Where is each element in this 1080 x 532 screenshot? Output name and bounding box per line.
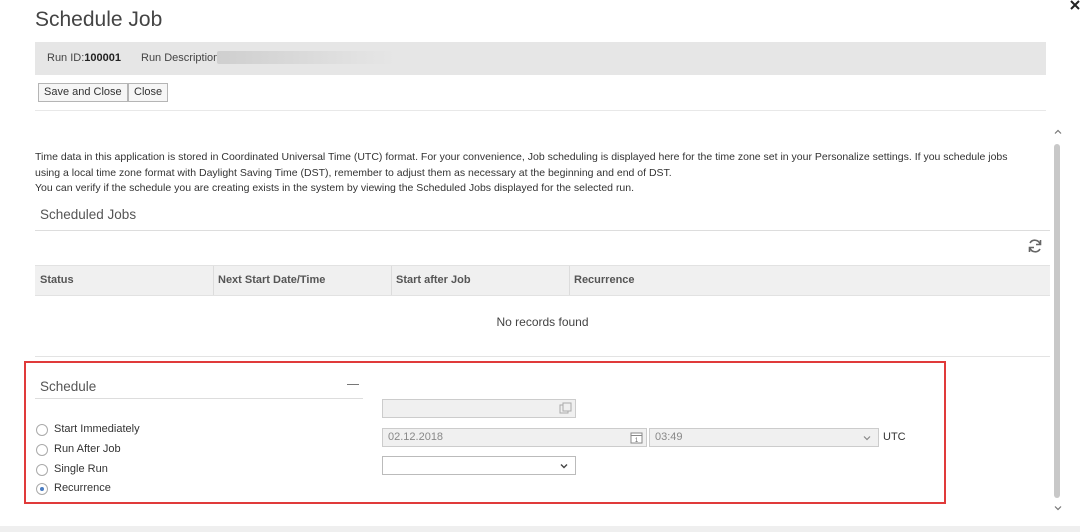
divider xyxy=(35,356,1050,357)
divider xyxy=(35,110,1046,111)
scroll-down-icon[interactable] xyxy=(1054,504,1062,512)
radio-label: Run After Job xyxy=(54,443,121,455)
column-header-recurrence[interactable]: Recurrence xyxy=(569,266,1050,295)
chevron-down-icon[interactable] xyxy=(559,461,569,471)
save-and-close-button[interactable]: Save and Close xyxy=(38,83,128,102)
column-header-next-start[interactable]: Next Start Date/Time xyxy=(213,266,392,295)
bottom-bar xyxy=(0,526,1080,532)
start-time-value: 03:49 xyxy=(655,431,683,443)
recurrence-select[interactable] xyxy=(382,456,576,475)
column-header-status[interactable]: Status xyxy=(35,266,214,295)
calendar-icon[interactable]: 1 xyxy=(630,431,643,444)
scrollbar-thumb[interactable] xyxy=(1054,144,1060,498)
radio-button[interactable] xyxy=(36,424,48,436)
radio-button[interactable] xyxy=(36,444,48,456)
close-button[interactable]: Close xyxy=(128,83,169,102)
schedule-title: Schedule xyxy=(40,379,97,394)
empty-table-message: No records found xyxy=(496,315,589,329)
run-description-value xyxy=(217,51,397,64)
radio-label: Start Immediately xyxy=(54,423,140,435)
lookup-icon[interactable] xyxy=(559,402,572,415)
info-line: You can verify if the schedule you are c… xyxy=(35,182,635,194)
run-info-bar: Run ID:100001 Run Description: xyxy=(35,42,1046,75)
collapse-icon[interactable] xyxy=(347,384,359,385)
radio-label: Recurrence xyxy=(54,482,111,494)
radio-button[interactable] xyxy=(36,483,48,495)
run-id-value: 100001 xyxy=(84,52,122,64)
start-time-field[interactable]: 03:49 xyxy=(649,428,879,447)
radio-button[interactable] xyxy=(36,464,48,476)
close-icon[interactable] xyxy=(1068,0,1080,10)
scheduled-jobs-table-header: Status Next Start Date/Time Start after … xyxy=(35,265,1050,296)
divider xyxy=(35,398,363,399)
divider xyxy=(35,230,1050,231)
scheduled-jobs-title: Scheduled Jobs xyxy=(40,207,137,222)
radio-label: Single Run xyxy=(54,463,108,475)
timezone-label: UTC xyxy=(883,431,906,443)
job-lookup-field[interactable] xyxy=(382,399,576,418)
info-text: Time data in this application is stored … xyxy=(35,150,1035,197)
info-line: using a local time zone format with Dayl… xyxy=(35,166,672,179)
column-header-start-after-job[interactable]: Start after Job xyxy=(391,266,570,295)
info-line: Time data in this application is stored … xyxy=(35,151,1008,163)
page-title: Schedule Job xyxy=(35,8,163,31)
run-description-label: Run Description: xyxy=(141,52,223,64)
chevron-down-icon[interactable] xyxy=(862,433,872,443)
start-date-field[interactable]: 02.12.2018 1 xyxy=(382,428,647,447)
start-date-value: 02.12.2018 xyxy=(388,431,444,443)
refresh-icon[interactable] xyxy=(1027,238,1043,254)
run-id-label: Run ID: xyxy=(47,52,85,64)
scroll-up-icon[interactable] xyxy=(1054,128,1062,136)
run-id: Run ID:100001 xyxy=(47,52,121,64)
